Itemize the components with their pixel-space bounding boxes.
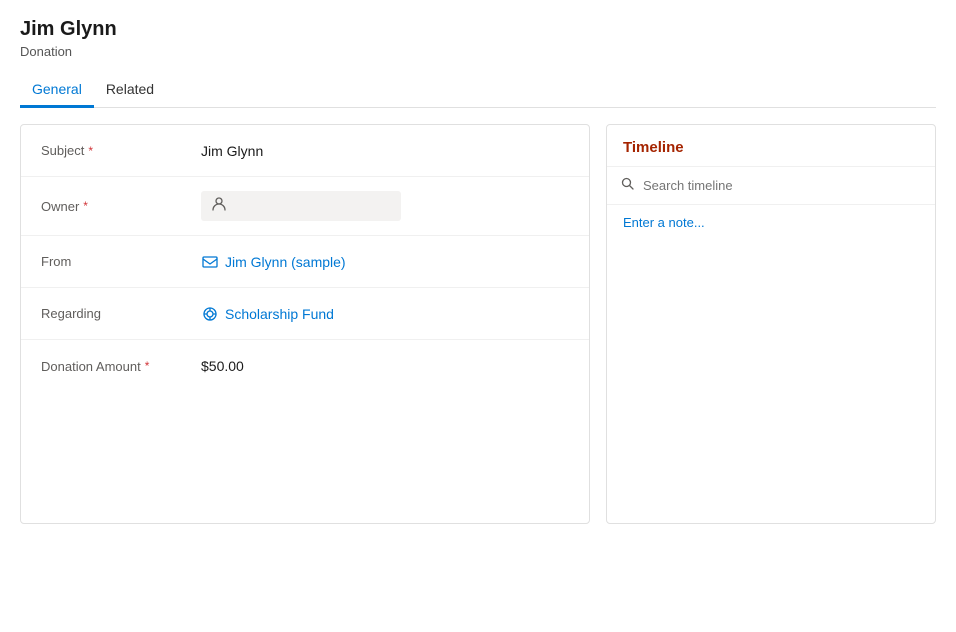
person-icon	[211, 196, 227, 217]
owner-value	[201, 191, 569, 221]
form-card: Subject * Jim Glynn Owner *	[20, 124, 590, 524]
timeline-panel: Timeline Enter a note...	[606, 124, 936, 524]
from-row: From Jim Glynn (sample)	[21, 236, 589, 288]
owner-required: *	[83, 199, 88, 213]
from-label: From	[41, 254, 201, 269]
donation-amount-label: Donation Amount *	[41, 359, 201, 374]
enter-note[interactable]: Enter a note...	[607, 205, 935, 240]
from-icon	[201, 253, 219, 271]
timeline-header: Timeline	[607, 125, 935, 167]
main-content: Subject * Jim Glynn Owner *	[20, 124, 936, 524]
owner-label: Owner *	[41, 199, 201, 214]
from-value[interactable]: Jim Glynn (sample)	[201, 253, 569, 271]
record-header: Jim Glynn Donation	[20, 16, 936, 59]
page-container: Jim Glynn Donation General Related Subje…	[0, 0, 956, 540]
record-subtitle: Donation	[20, 44, 936, 59]
subject-row: Subject * Jim Glynn	[21, 125, 589, 177]
tabs-container: General Related	[20, 73, 936, 108]
owner-row: Owner *	[21, 177, 589, 236]
subject-required: *	[88, 144, 93, 158]
owner-input-wrapper[interactable]	[201, 191, 401, 221]
donation-amount-value[interactable]: $50.00	[201, 358, 569, 374]
tab-related[interactable]: Related	[94, 73, 166, 108]
regarding-value[interactable]: Scholarship Fund	[201, 305, 569, 323]
subject-label: Subject *	[41, 143, 201, 158]
tab-general[interactable]: General	[20, 73, 94, 108]
search-icon	[621, 177, 635, 194]
search-timeline-input[interactable]	[643, 178, 921, 193]
regarding-icon	[201, 305, 219, 323]
subject-value[interactable]: Jim Glynn	[201, 143, 569, 159]
regarding-row: Regarding Scholarship Fund	[21, 288, 589, 340]
donation-amount-required: *	[145, 359, 150, 373]
record-title: Jim Glynn	[20, 16, 936, 42]
timeline-search-row	[607, 167, 935, 205]
donation-amount-row: Donation Amount * $50.00	[21, 340, 589, 392]
regarding-label: Regarding	[41, 306, 201, 321]
